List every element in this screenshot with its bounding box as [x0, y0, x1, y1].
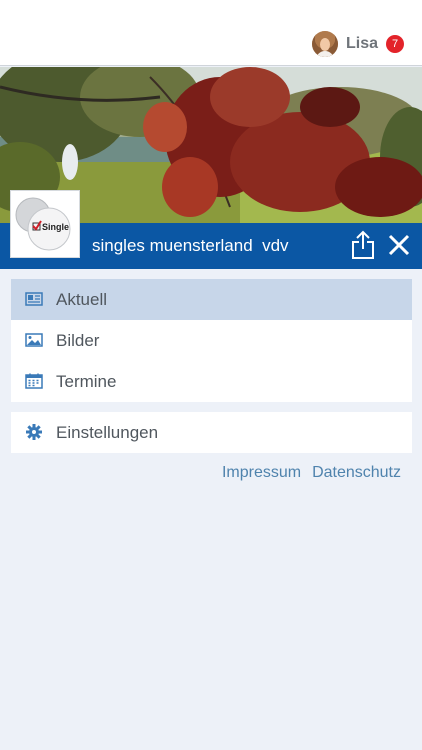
menu-item-aktuell[interactable]: Aktuell — [11, 279, 412, 320]
menu-label-termine: Termine — [56, 371, 117, 391]
footer-links: Impressum Datenschutz — [222, 464, 401, 482]
menu-item-einstellungen[interactable]: Einstellungen — [11, 412, 412, 453]
user-profile[interactable]: Lisa 7 — [311, 30, 404, 58]
menu-item-bilder[interactable]: Bilder — [11, 320, 412, 361]
user-name[interactable]: Lisa — [346, 35, 378, 53]
club-logo: Single — [10, 190, 80, 258]
club-title: singles muensterland vdv — [92, 236, 289, 255]
settings-menu: Einstellungen — [11, 412, 412, 453]
calendar-icon — [25, 373, 43, 389]
menu-label-einstellungen: Einstellungen — [56, 422, 159, 442]
menu-label-bilder: Bilder — [56, 330, 100, 350]
close-icon[interactable] — [386, 232, 412, 258]
share-icon[interactable] — [350, 230, 376, 260]
menu-label-aktuell: Aktuell — [56, 289, 108, 309]
menu-item-termine[interactable]: Termine — [11, 361, 412, 402]
top-bar: Lisa 7 — [0, 0, 422, 66]
datenschutz-link[interactable]: Datenschutz — [312, 464, 401, 482]
gear-icon — [26, 424, 42, 440]
newspaper-icon — [25, 292, 43, 306]
svg-text:Single: Single — [42, 222, 69, 232]
notification-badge[interactable]: 7 — [386, 35, 404, 53]
impressum-link[interactable]: Impressum — [222, 464, 301, 482]
main-menu: Aktuell Bilder Termine — [11, 279, 412, 402]
avatar[interactable] — [311, 31, 338, 57]
image-icon — [25, 333, 43, 347]
